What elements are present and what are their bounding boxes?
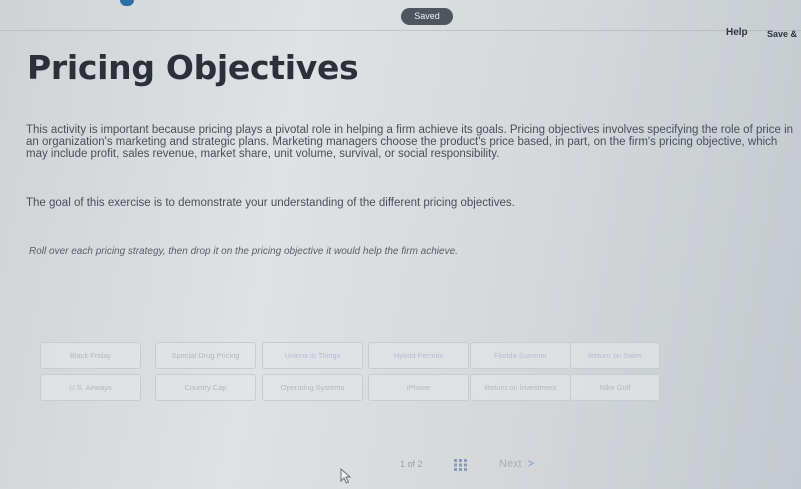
saved-status-badge: Saved [401, 8, 453, 25]
header-divider [0, 30, 801, 31]
help-link[interactable]: Help [726, 27, 748, 38]
strategy-tile[interactable]: iPhone [368, 374, 469, 401]
strategy-tile[interactable]: Special Drug Pricing [155, 342, 256, 369]
instruction-text: Roll over each pricing strategy, then dr… [29, 246, 458, 257]
goal-text: The goal of this exercise is to demonstr… [26, 197, 515, 209]
strategy-tile[interactable]: Florida Summer [470, 342, 571, 369]
strategy-tile[interactable]: U.S. Airways [40, 374, 141, 401]
strategy-tile[interactable]: Uniens in Things [262, 342, 363, 369]
chevron-right-icon: > [527, 458, 535, 470]
top-accent-tab [120, 0, 134, 6]
strategy-tiles: Black Friday Special Drug Pricing Uniens… [40, 342, 660, 402]
strategy-tile[interactable]: Operating Systems [262, 374, 363, 401]
grid-icon[interactable] [454, 458, 468, 471]
strategy-tile[interactable]: Nike Golf [570, 374, 660, 401]
page-indicator: 1 of 2 [400, 459, 423, 469]
top-bar: Saved Help Save & [0, 0, 801, 39]
strategy-tile[interactable]: Black Friday [40, 342, 141, 369]
mouse-pointer-icon [340, 467, 352, 489]
intro-paragraph: This activity is important because prici… [26, 124, 794, 160]
strategy-tile[interactable]: Country Cap [155, 374, 256, 401]
strategy-tile[interactable]: Hybrid Permits [368, 342, 469, 369]
next-button[interactable]: Next > [499, 458, 534, 470]
page-title: Pricing Objectives [27, 48, 359, 87]
strategy-tile[interactable]: Return on Sales [570, 342, 660, 369]
next-label: Next [499, 458, 522, 470]
strategy-tile[interactable]: Return on Investment [470, 374, 571, 401]
